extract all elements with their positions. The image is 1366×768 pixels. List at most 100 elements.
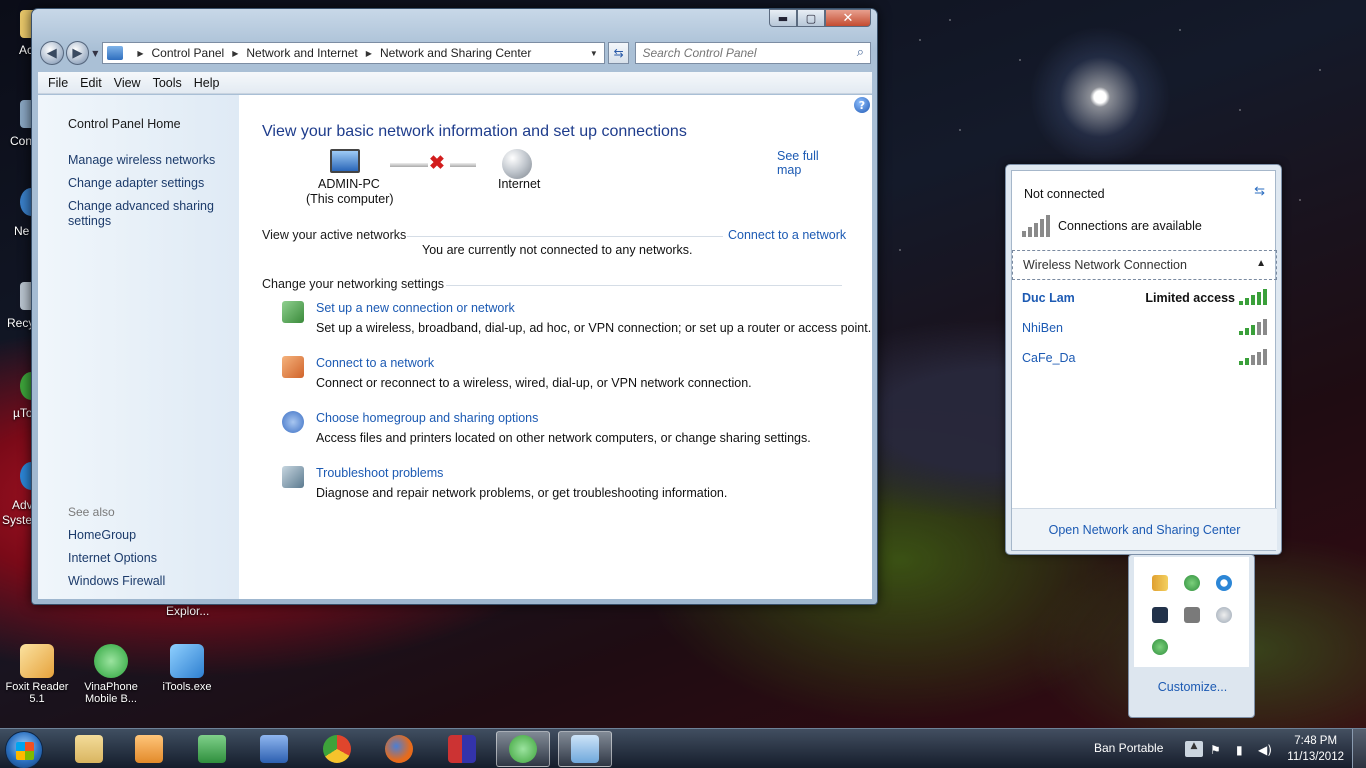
network-signal-icon[interactable] [1152, 575, 1168, 591]
menu-file[interactable]: File [48, 76, 68, 90]
breadcrumb-network-sharing-center[interactable]: Network and Sharing Center [380, 46, 531, 60]
networking-settings-heading: Change your networking settings [262, 277, 445, 291]
sync-icon[interactable] [1216, 575, 1232, 591]
troubleshoot-icon [282, 466, 304, 488]
address-dropdown-icon[interactable]: ▼ [590, 49, 598, 58]
desktop-icon-label: Foxit Reader 5.1 [5, 681, 69, 705]
signal-strength-icon [1239, 349, 1267, 365]
task-description: Set up a wireless, broadband, dial-up, a… [316, 321, 872, 335]
recent-pages-dropdown-icon[interactable]: ▼ [92, 49, 98, 58]
taskbar-chrome[interactable] [310, 731, 364, 767]
refresh-button[interactable]: ⇆ [607, 42, 630, 64]
window-content: Control Panel Home Manage wireless netwo… [38, 95, 872, 599]
clock-date: 11/13/2012 [1287, 751, 1344, 763]
manage-wireless-networks-link[interactable]: Manage wireless networks [68, 153, 233, 168]
see-full-map-link[interactable]: See full map [777, 149, 842, 177]
menu-help[interactable]: Help [194, 76, 220, 90]
task-title[interactable]: Set up a new connection or network [316, 301, 515, 315]
close-button[interactable]: ✕ [825, 9, 871, 27]
start-button[interactable] [5, 731, 43, 768]
idm-icon[interactable] [1184, 575, 1200, 591]
change-advanced-sharing-link[interactable]: Change advanced sharing settings [68, 199, 233, 229]
open-network-center-link[interactable]: Open Network and Sharing Center [1012, 508, 1277, 550]
forward-button[interactable]: ▶ [65, 41, 90, 65]
menu-edit[interactable]: Edit [80, 76, 102, 90]
maximize-button[interactable]: ▢ [797, 9, 825, 27]
refresh-icon[interactable]: ⇆ [1254, 183, 1265, 199]
network-flyout: Not connected ⇆ Connections are availabl… [1005, 164, 1282, 555]
taskbar-explorer[interactable] [62, 731, 116, 767]
control-panel-icon [571, 735, 599, 763]
chevron-right-icon[interactable]: ▶ [137, 49, 143, 58]
signal-strength-icon [1239, 319, 1267, 335]
chevron-right-icon[interactable]: ▶ [232, 49, 238, 58]
taskbar-utorrent[interactable] [496, 731, 550, 767]
customize-link[interactable]: Customize... [1129, 680, 1256, 694]
search-box: ⌕ [635, 42, 872, 64]
excel-icon [198, 735, 226, 763]
desktop-icon-itools[interactable]: iTools.exe [152, 644, 222, 693]
active-networks-heading: View your active networks [262, 228, 407, 242]
control-panel-home-link[interactable]: Control Panel Home [68, 117, 233, 132]
desktop-icon-vinaphone[interactable]: VinaPhone Mobile B... [76, 644, 146, 705]
taskbar-unikey[interactable] [435, 731, 489, 767]
internet-options-link[interactable]: Internet Options [68, 551, 233, 566]
wifi-network-item[interactable]: Duc Lam Limited access [1012, 285, 1277, 311]
wireless-section-header[interactable]: Wireless Network Connection ▲ [1012, 250, 1277, 280]
menu-tools[interactable]: Tools [153, 76, 182, 90]
homegroup-link[interactable]: HomeGroup [68, 528, 233, 543]
task-description: Connect or reconnect to a wireless, wire… [316, 376, 752, 390]
see-also-label: See also [68, 505, 115, 519]
network-status: Limited access [1145, 291, 1235, 305]
wifi-network-item[interactable]: CaFe_Da [1012, 345, 1277, 371]
clock[interactable]: 7:48 PM 11/13/2012 [1287, 733, 1344, 765]
internet-label: Internet [498, 177, 541, 191]
taskbar-excel[interactable] [185, 731, 239, 767]
help-icon[interactable]: ? [854, 97, 870, 113]
task-title[interactable]: Troubleshoot problems [316, 466, 443, 480]
computer-subtitle: (This computer) [306, 192, 394, 206]
utorrent-icon[interactable] [1152, 639, 1168, 655]
tray-label[interactable]: Ban Portable [1094, 741, 1163, 755]
action-center-flag-icon[interactable]: ⚑ [1210, 743, 1221, 757]
chevron-up-icon[interactable]: ▲ [1256, 258, 1266, 269]
computer-name: ADMIN-PC [318, 177, 380, 191]
display-icon[interactable] [1152, 607, 1168, 623]
media-player-icon [135, 735, 163, 763]
connections-available-text: Connections are available [1058, 219, 1202, 233]
vinaphone-icon [94, 644, 128, 678]
search-icon[interactable]: ⌕ [857, 45, 864, 60]
taskbar-control-panel[interactable] [558, 731, 612, 767]
volume-icon[interactable]: ◀) [1258, 743, 1272, 757]
address-bar[interactable]: ▶ Control Panel ▶ Network and Internet ▶… [102, 42, 605, 64]
breadcrumb-control-panel[interactable]: Control Panel [152, 46, 225, 60]
connection-status: Not connected [1024, 187, 1105, 201]
change-adapter-settings-link[interactable]: Change adapter settings [68, 176, 233, 191]
show-hidden-icons-button[interactable]: ▲ [1185, 741, 1203, 757]
unikey-icon[interactable] [1216, 607, 1232, 623]
desktop-label-fragment: Syste [2, 513, 33, 527]
search-input[interactable] [636, 43, 837, 63]
chevron-right-icon[interactable]: ▶ [366, 49, 372, 58]
desktop-icon-foxit[interactable]: Foxit Reader 5.1 [2, 644, 72, 705]
windows-firewall-link[interactable]: Windows Firewall [68, 574, 233, 589]
menu-view[interactable]: View [114, 76, 141, 90]
task-title[interactable]: Connect to a network [316, 356, 434, 370]
internet-globe-icon [502, 149, 532, 179]
task-title[interactable]: Choose homegroup and sharing options [316, 411, 538, 425]
connection-line [450, 163, 476, 167]
divider [407, 236, 723, 237]
breadcrumb-network-internet[interactable]: Network and Internet [246, 46, 357, 60]
device-icon[interactable] [1184, 607, 1200, 623]
taskbar-word[interactable] [247, 731, 301, 767]
show-desktop-button[interactable] [1352, 729, 1366, 768]
back-button[interactable]: ◀ [40, 41, 64, 65]
taskbar-media-player[interactable] [122, 731, 176, 767]
minimize-button[interactable]: ▬ [769, 9, 797, 27]
connect-to-network-link[interactable]: Connect to a network [728, 228, 846, 242]
taskbar-firefox[interactable] [372, 731, 426, 767]
battery-icon[interactable]: ▮ [1236, 743, 1243, 757]
connection-line [390, 163, 428, 167]
wifi-network-item[interactable]: NhiBen [1012, 315, 1277, 341]
desktop-icon-label: VinaPhone Mobile B... [84, 681, 138, 705]
